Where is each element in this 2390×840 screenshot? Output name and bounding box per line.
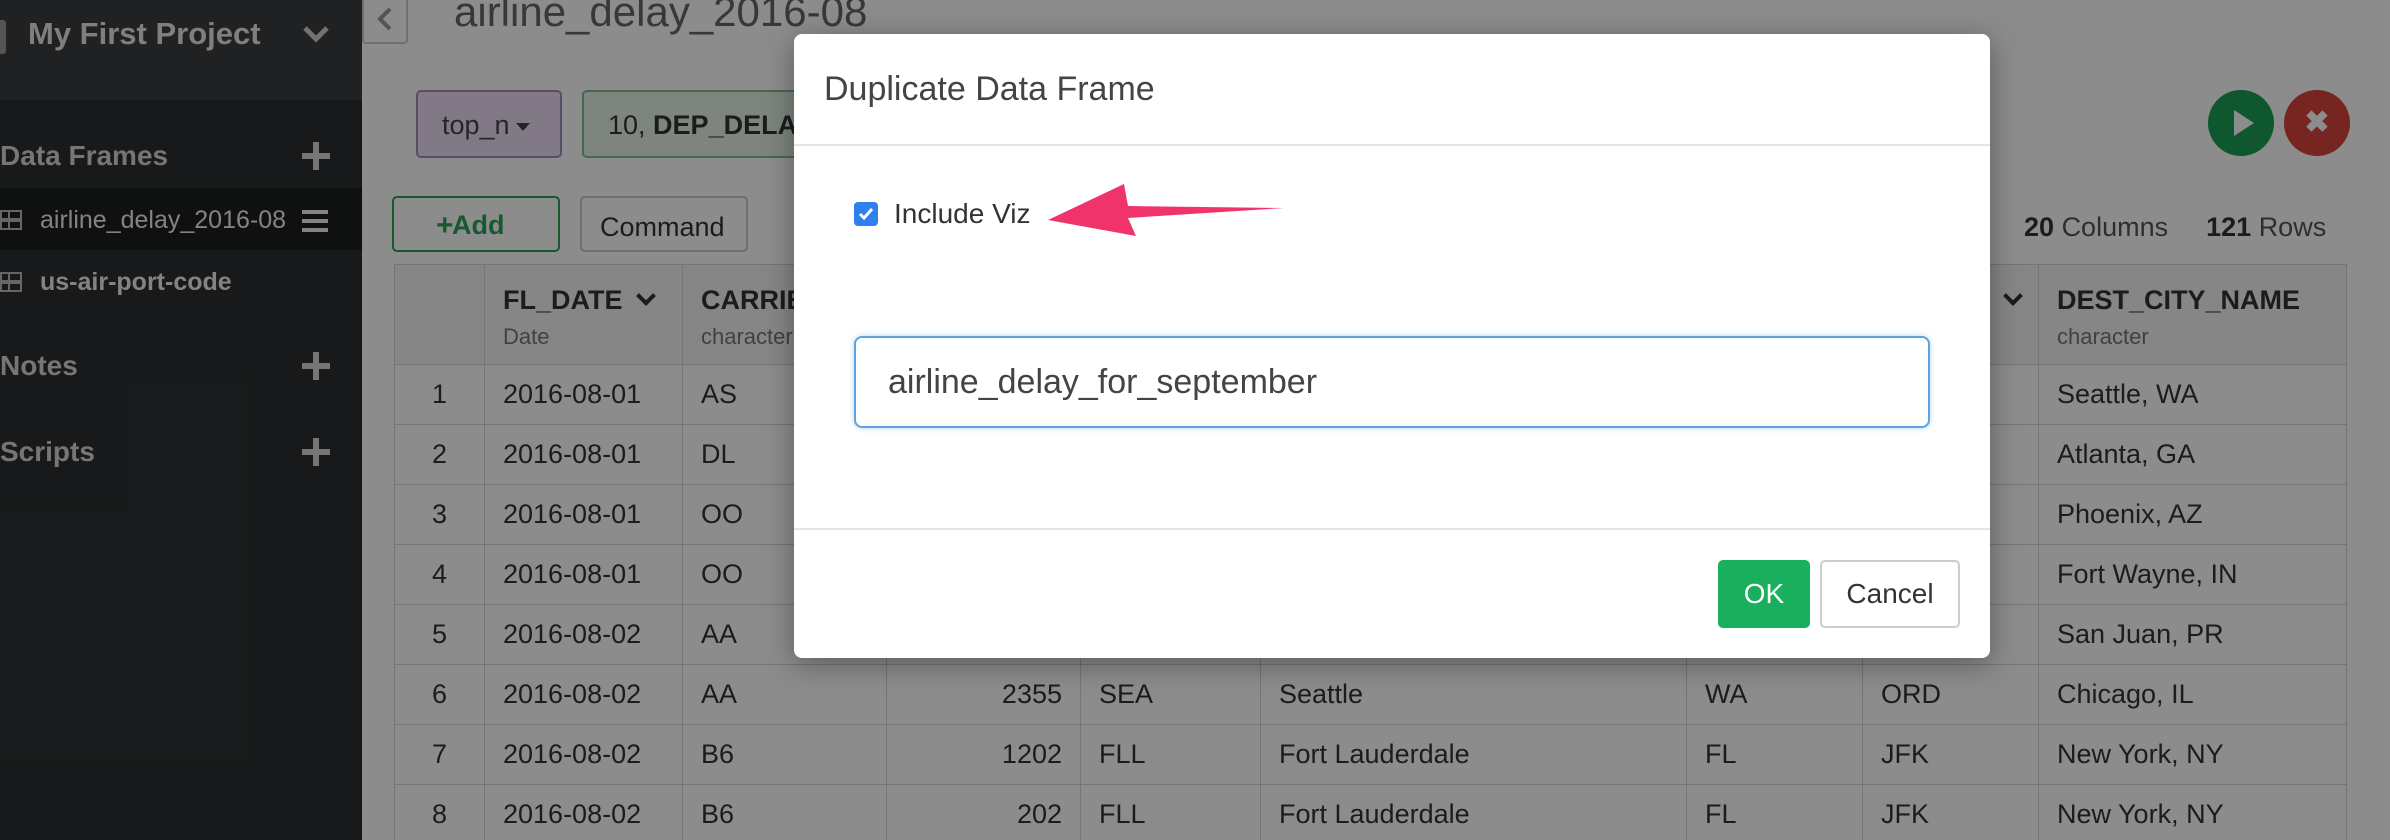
dialog-title: Duplicate Data Frame (824, 70, 1155, 108)
divider (794, 528, 1990, 530)
duplicate-data-frame-dialog: Duplicate Data Frame Include Viz OK Canc… (794, 34, 1990, 658)
divider (794, 144, 1990, 146)
ok-button[interactable]: OK (1718, 560, 1810, 628)
include-viz-checkbox[interactable] (854, 202, 878, 226)
cancel-button[interactable]: Cancel (1820, 560, 1960, 628)
checkmark-icon (858, 208, 874, 221)
include-viz-label[interactable]: Include Viz (894, 198, 1030, 230)
annotation-arrow-icon (1048, 184, 1284, 236)
new-name-input[interactable] (854, 336, 1930, 428)
